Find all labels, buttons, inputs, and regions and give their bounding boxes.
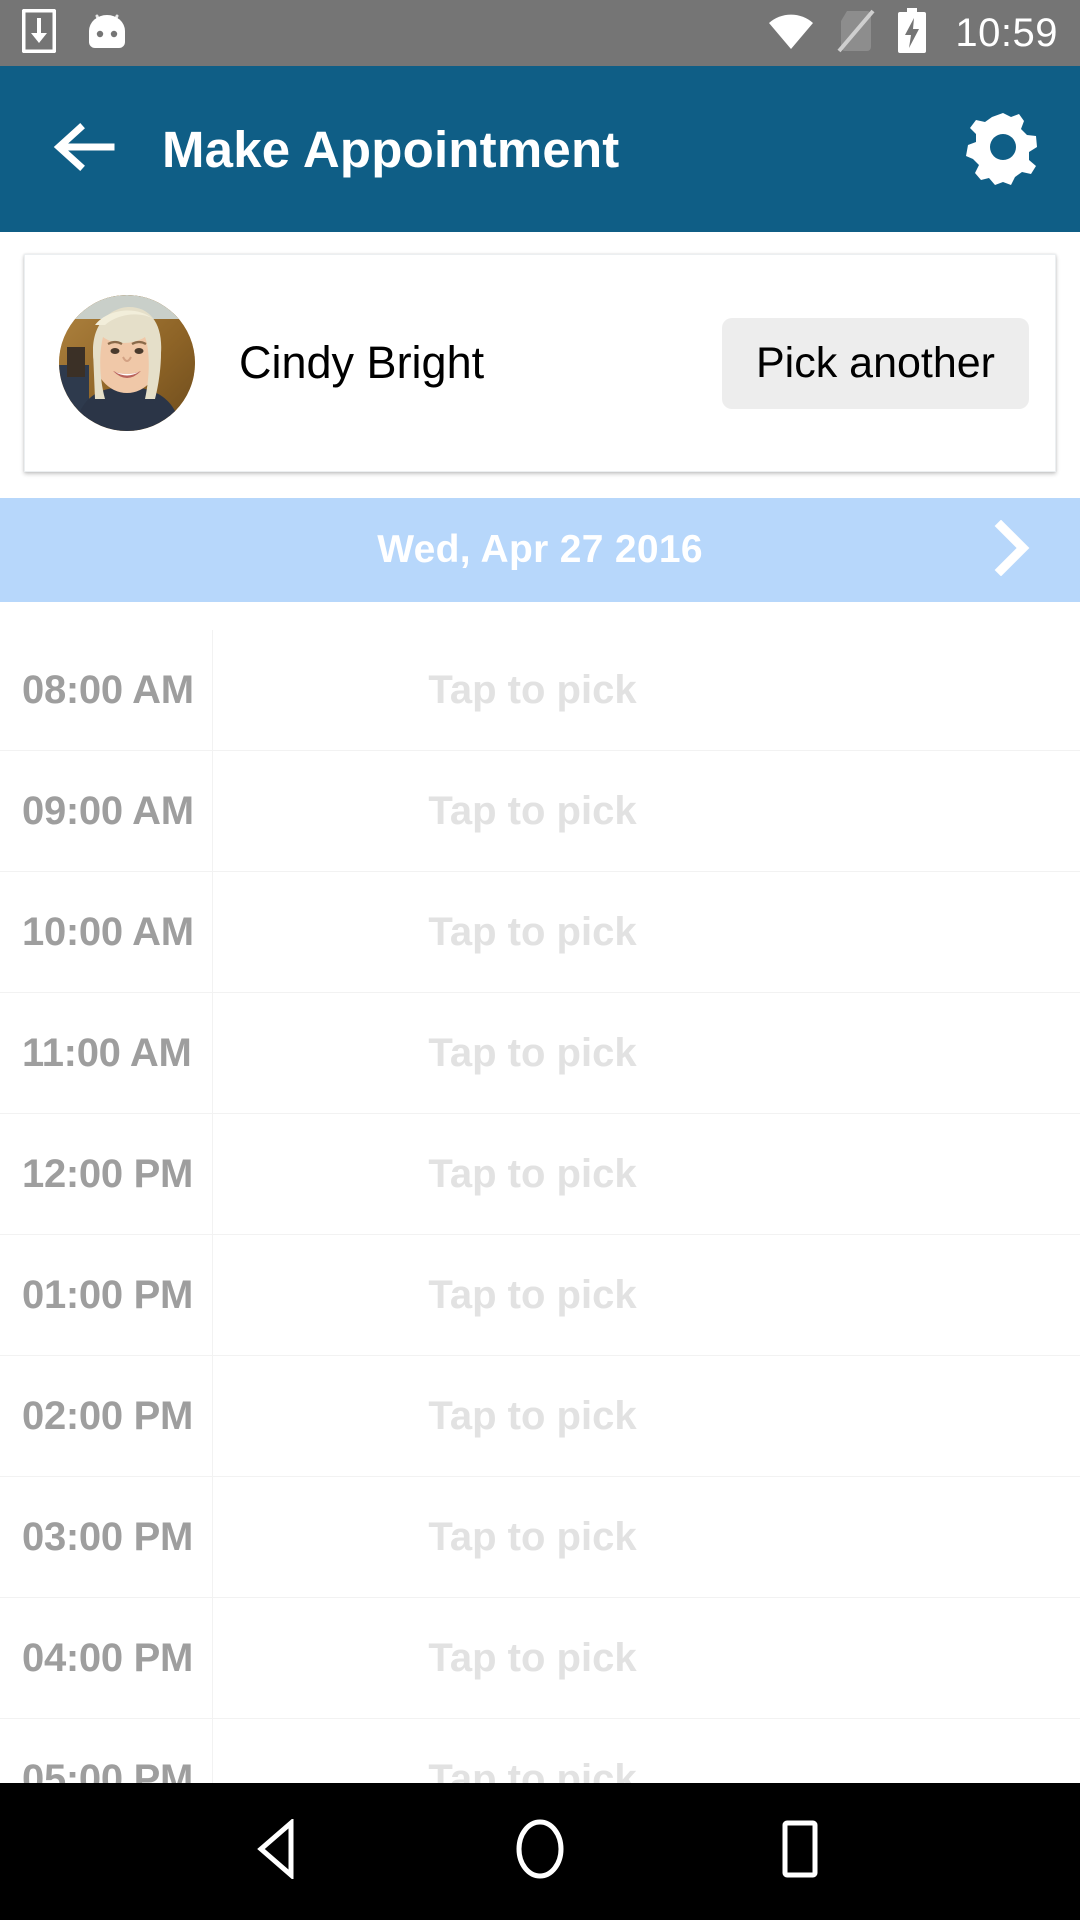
table-row[interactable]: 03:00 PM Tap to pick — [0, 1477, 1080, 1598]
slot-time-label: 02:00 PM — [22, 1393, 194, 1438]
table-row[interactable]: 04:00 PM Tap to pick — [0, 1598, 1080, 1719]
status-bar: 10:59 — [0, 0, 1080, 66]
slot-pick-cell[interactable]: Tap to pick — [212, 1719, 1080, 1783]
nav-recents-button[interactable] — [755, 1807, 845, 1897]
selected-date-label: Wed, Apr 27 2016 — [377, 528, 703, 571]
android-navigation-bar — [0, 1783, 1080, 1920]
table-row[interactable]: 01:00 PM Tap to pick — [0, 1235, 1080, 1356]
status-bar-clock: 10:59 — [955, 11, 1058, 55]
table-row[interactable]: 08:00 AM Tap to pick — [0, 630, 1080, 751]
table-row[interactable]: 09:00 AM Tap to pick — [0, 751, 1080, 872]
download-icon — [21, 8, 57, 58]
battery-charging-icon — [897, 7, 927, 59]
next-day-button[interactable] — [980, 519, 1040, 581]
table-row[interactable]: 02:00 PM Tap to pick — [0, 1356, 1080, 1477]
nav-home-circle-icon — [512, 1817, 568, 1886]
table-row[interactable]: 10:00 AM Tap to pick — [0, 872, 1080, 993]
slot-pick-cell[interactable]: Tap to pick — [212, 630, 1080, 750]
android-head-icon — [84, 9, 130, 58]
slot-time-label: 04:00 PM — [22, 1635, 194, 1680]
avatar-photo — [59, 295, 195, 431]
gear-icon — [965, 109, 1041, 190]
sim-off-icon — [837, 9, 875, 58]
time-slot-scroll-area[interactable]: 08:00 AM Tap to pick 09:00 AM Tap to pic… — [0, 630, 1080, 1783]
chevron-right-icon — [987, 519, 1033, 581]
slot-pick-cell[interactable]: Tap to pick — [212, 1114, 1080, 1234]
nav-back-button[interactable] — [235, 1807, 325, 1897]
table-row[interactable]: 05:00 PM Tap to pick — [0, 1719, 1080, 1783]
date-selector-bar[interactable]: Wed, Apr 27 2016 — [0, 498, 1080, 602]
page-title: Make Appointment — [162, 120, 620, 178]
slot-pick-cell[interactable]: Tap to pick — [212, 1356, 1080, 1476]
slot-time-label: 12:00 PM — [22, 1151, 194, 1196]
avatar — [59, 295, 195, 431]
slot-pick-cell[interactable]: Tap to pick — [212, 1235, 1080, 1355]
person-name: Cindy Bright — [239, 337, 485, 388]
profile-card: Cindy Bright Pick another — [24, 254, 1056, 472]
profile-card-container: Cindy Bright Pick another — [0, 232, 1080, 498]
slot-time-label: 09:00 AM — [22, 788, 194, 833]
slot-time-label: 11:00 AM — [22, 1030, 192, 1075]
nav-back-triangle-icon — [253, 1817, 307, 1884]
slot-time-label: 03:00 PM — [22, 1514, 194, 1559]
nav-recents-square-icon — [776, 1818, 824, 1885]
arrow-left-icon — [53, 122, 115, 176]
slot-time-label: 01:00 PM — [22, 1272, 194, 1317]
slot-time-label: 05:00 PM — [22, 1756, 194, 1784]
back-button[interactable] — [48, 113, 120, 185]
slot-time-label: 08:00 AM — [22, 667, 194, 712]
status-bar-left-icons — [21, 8, 130, 58]
nav-home-button[interactable] — [495, 1807, 585, 1897]
wifi-icon — [767, 11, 815, 56]
slot-pick-cell[interactable]: Tap to pick — [212, 872, 1080, 992]
slot-pick-cell[interactable]: Tap to pick — [212, 1477, 1080, 1597]
slot-pick-cell[interactable]: Tap to pick — [212, 993, 1080, 1113]
slot-time-label: 10:00 AM — [22, 909, 194, 954]
time-slot-list: 08:00 AM Tap to pick 09:00 AM Tap to pic… — [0, 630, 1080, 1783]
slot-pick-cell[interactable]: Tap to pick — [212, 1598, 1080, 1718]
slot-pick-cell[interactable]: Tap to pick — [212, 751, 1080, 871]
pick-another-button[interactable]: Pick another — [721, 317, 1029, 409]
status-bar-right-icons: 10:59 — [767, 7, 1058, 59]
table-row[interactable]: 11:00 AM Tap to pick — [0, 993, 1080, 1114]
app-bar: Make Appointment — [0, 66, 1080, 232]
settings-button[interactable] — [962, 108, 1044, 190]
table-row[interactable]: 12:00 PM Tap to pick — [0, 1114, 1080, 1235]
